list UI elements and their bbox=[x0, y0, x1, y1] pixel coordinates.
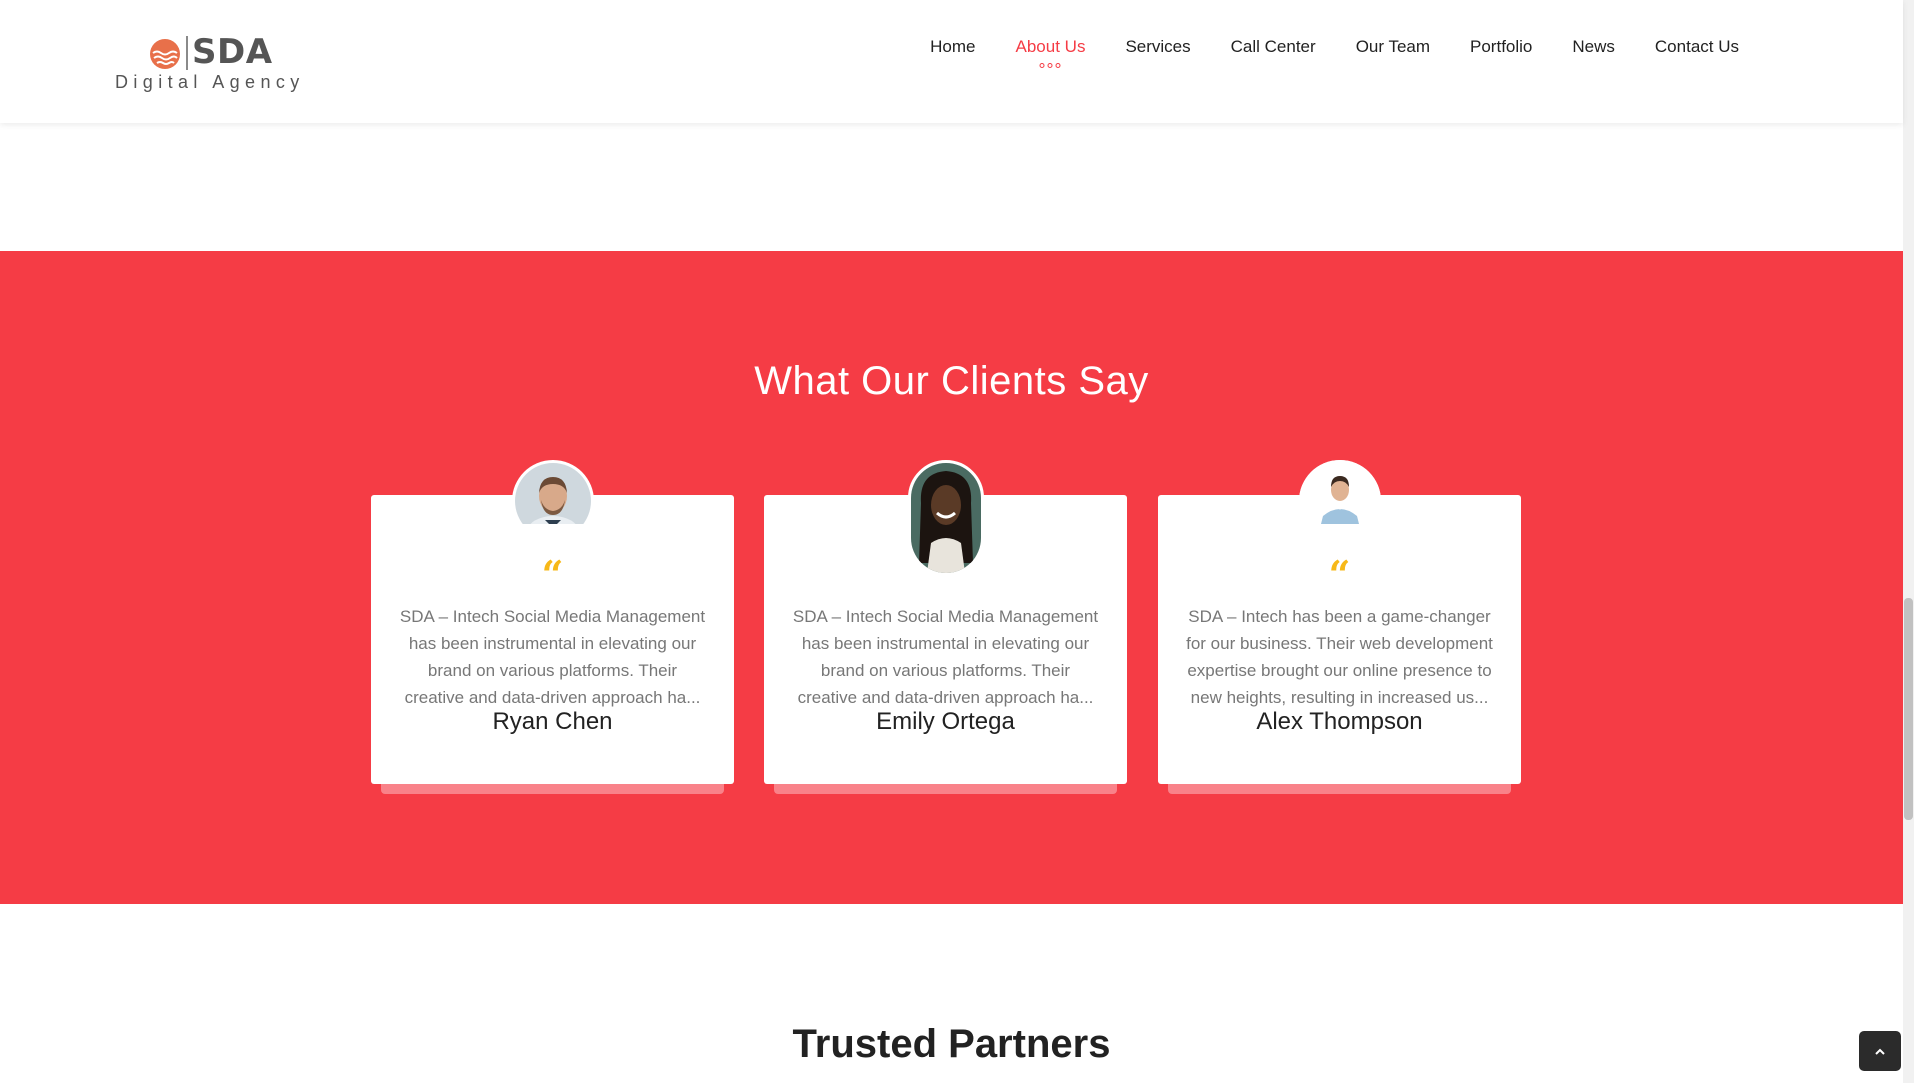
client-name: Alex Thompson bbox=[1256, 708, 1423, 735]
testimonial-card-wrapper: “ SDA – Intech has been a game-changer f… bbox=[1158, 460, 1521, 794]
nav-item-home[interactable]: Home bbox=[910, 36, 995, 76]
nav-item-portfolio[interactable]: Portfolio bbox=[1450, 36, 1552, 76]
testimonial-card: “ SDA – Intech Social Media Management h… bbox=[371, 460, 734, 784]
section-title: What Our Clients Say bbox=[754, 359, 1149, 403]
brand-name: SDA bbox=[192, 32, 273, 72]
chevron-up-icon bbox=[1875, 1048, 1885, 1056]
woman-braids-avatar bbox=[907, 460, 984, 576]
client-name: Emily Ortega bbox=[876, 708, 1015, 735]
brand-logo[interactable]: SDA Digital Agency bbox=[115, 32, 305, 94]
scroll-to-top-button[interactable] bbox=[1859, 1031, 1901, 1071]
scrollbar-thumb[interactable] bbox=[1904, 598, 1913, 820]
quote-icon: “ bbox=[541, 552, 564, 597]
brand-tagline: Digital Agency bbox=[115, 72, 305, 92]
nav-item-contact-us[interactable]: Contact Us bbox=[1635, 36, 1759, 76]
main-nav: Home About Us Services Call Center Our T… bbox=[910, 36, 1759, 76]
site-header: SDA Digital Agency Home About Us Service… bbox=[0, 0, 1903, 123]
nav-item-call-center[interactable]: Call Center bbox=[1211, 36, 1336, 76]
page-scrollbar[interactable] bbox=[1903, 0, 1914, 1083]
nav-item-about-us[interactable]: About Us bbox=[996, 36, 1106, 76]
man-shirt-avatar bbox=[1298, 460, 1381, 524]
testimonials-section: What Our Clients Say “ SDA – Intech Soci… bbox=[0, 251, 1903, 904]
testimonial-text: SDA – Intech Social Media Management has… bbox=[399, 607, 706, 707]
nav-item-news[interactable]: News bbox=[1552, 36, 1635, 76]
sun-waves-icon bbox=[150, 39, 180, 69]
nav-item-our-team[interactable]: Our Team bbox=[1336, 36, 1450, 76]
testimonial-card: “ SDA – Intech Social Media Management h… bbox=[764, 460, 1127, 784]
active-indicator bbox=[1039, 63, 1061, 68]
testimonial-card: “ SDA – Intech has been a game-changer f… bbox=[1158, 460, 1521, 784]
client-name: Ryan Chen bbox=[492, 708, 613, 735]
partners-title: Trusted Partners bbox=[792, 1022, 1111, 1066]
logo-divider bbox=[186, 36, 188, 70]
nav-item-services[interactable]: Services bbox=[1105, 36, 1210, 76]
quote-icon: “ bbox=[1328, 552, 1351, 597]
testimonial-text: SDA – Intech has been a game-changer for… bbox=[1186, 607, 1493, 707]
testimonial-text: SDA – Intech Social Media Management has… bbox=[792, 607, 1099, 707]
testimonial-card-wrapper: “ SDA – Intech Social Media Management h… bbox=[764, 460, 1127, 794]
man-beard-avatar bbox=[511, 460, 594, 524]
testimonial-card-wrapper: “ SDA – Intech Social Media Management h… bbox=[371, 460, 734, 794]
